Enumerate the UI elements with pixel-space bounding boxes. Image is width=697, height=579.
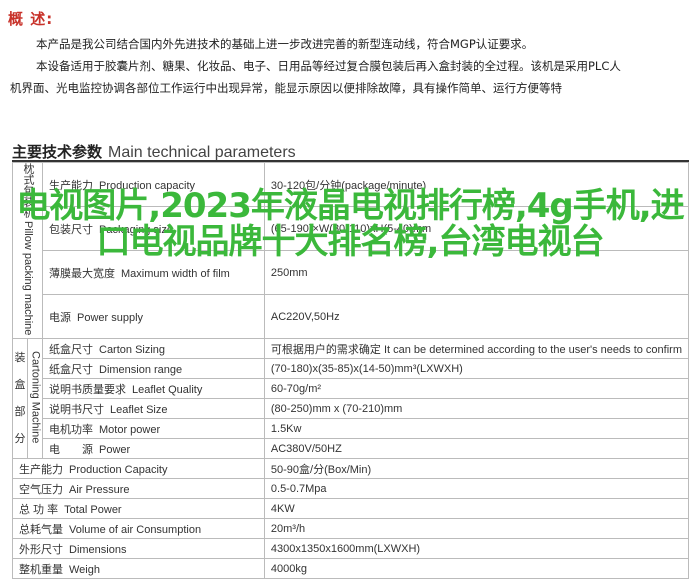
table-row: 生产能力 Production Capacity — [12, 458, 265, 480]
overview-line-1: 本产品是我公司结合国内外先进技术的基础上进一步改进完善的新型连动线，符合MGP认… — [36, 37, 534, 51]
table-cell-value: 20m³/h — [263, 518, 690, 540]
table-row: 总 功 率 Total Power — [12, 498, 265, 520]
table-row: 电 源 Power — [42, 438, 265, 460]
table-cell-value: 4300x1350x1600mm(LXWXH) — [263, 538, 690, 560]
table-cell-value: 60-70g/m² — [263, 378, 690, 400]
table-row: 纸盒尺寸 Dimension range — [42, 358, 265, 380]
table-row: 外形尺寸 Dimensions — [12, 538, 265, 560]
table-cell-value: 0.5-0.7Mpa — [263, 478, 690, 500]
table-cell-value: (70-180)x(35-85)x(14-50)mm³(LXWXH) — [263, 358, 690, 380]
table-cell-value: 4KW — [263, 498, 690, 520]
table-cell-value: 1.5Kw — [263, 418, 690, 440]
params-heading: 主要技术参数 Main technical parameters — [12, 141, 296, 162]
table-row: 说明书质量要求 Leaflet Quality — [42, 378, 265, 400]
table-cell-value: 可根据用户的需求确定 It can be determined accordin… — [263, 338, 690, 360]
params-heading-cn: 主要技术参数 — [12, 143, 103, 161]
overlay-watermark-text: 电视图片,2023年液晶电视排行榜,4g手机,进口电视品牌十大排名榜,台湾电视台 — [16, 186, 684, 262]
table-cell-value: 4000kg — [263, 558, 690, 579]
table-row: 电源 Power supply — [42, 294, 265, 340]
carton-group-label-cn: 装 盒 部 分 — [12, 338, 28, 460]
overview-line-3: 机界面、光电监控协调各部位工作运行中出现异常，能显示原因以便排除故障，具有操作简… — [10, 81, 562, 95]
overview-line-2: 本设备适用于胶囊片剂、糖果、化妆品、电子、日用品等经过复合膜包装后再入盒封装的全… — [36, 59, 621, 73]
table-row: 空气压力 Air Pressure — [12, 478, 265, 500]
table-row: 电机功率 Motor power — [42, 418, 265, 440]
table-cell-value: (80-250)mm x (70-210)mm — [263, 398, 690, 420]
carton-group-label-en: Cartoning Machine — [27, 338, 43, 460]
table-cell-value: AC380V/50HZ — [263, 438, 690, 460]
table-row: 纸盒尺寸 Carton Sizing — [42, 338, 265, 360]
params-heading-en: Main technical parameters — [108, 144, 296, 161]
table-row: 总耗气量 Volume of air Consumption — [12, 518, 265, 540]
table-cell-value: 50-90盒/分(Box/Min) — [263, 458, 690, 480]
overview-heading: 概 述: — [8, 10, 54, 28]
table-row: 整机重量 Weigh — [12, 558, 265, 579]
table-row: 说明书尺寸 Leaflet Size — [42, 398, 265, 420]
table-cell-value: AC220V,50Hz — [263, 294, 690, 340]
